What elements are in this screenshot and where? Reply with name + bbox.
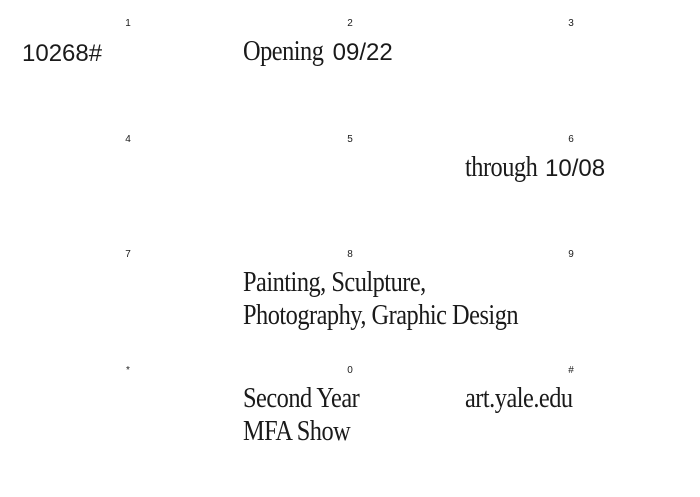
key-2: 2 [347,18,353,29]
opening-line: Opening 09/22 [243,35,393,68]
key-8: 8 [347,249,353,260]
opening-word: Opening [243,35,324,67]
through-date: 10/08 [545,155,606,182]
disciplines-line-1: Painting, Sculpture, [243,266,426,298]
website-url[interactable]: art.yale.edu [465,382,593,415]
key-6: 6 [568,134,574,145]
show-title-line-2: MFA Show [243,415,351,447]
key-hash: # [568,365,574,376]
through-line: through 10/08 [465,151,605,184]
key-star: * [126,365,130,376]
through-word: through [465,151,538,183]
show-title-line-1: Second Year [243,382,360,414]
opening-date: 09/22 [332,39,393,66]
disciplines-line-2: Photography, Graphic Design [243,299,519,331]
show-title: Second Year MFA Show [243,382,381,448]
key-7: 7 [125,249,131,260]
key-1: 1 [125,18,131,29]
dialed-number: 10268# [22,40,103,67]
website-url-text[interactable]: art.yale.edu [465,382,573,415]
key-5: 5 [347,134,353,145]
key-0: 0 [347,365,353,376]
key-9: 9 [568,249,574,260]
disciplines: Painting, Sculpture, Photography, Graphi… [243,266,570,332]
key-3: 3 [568,18,574,29]
key-4: 4 [125,134,131,145]
